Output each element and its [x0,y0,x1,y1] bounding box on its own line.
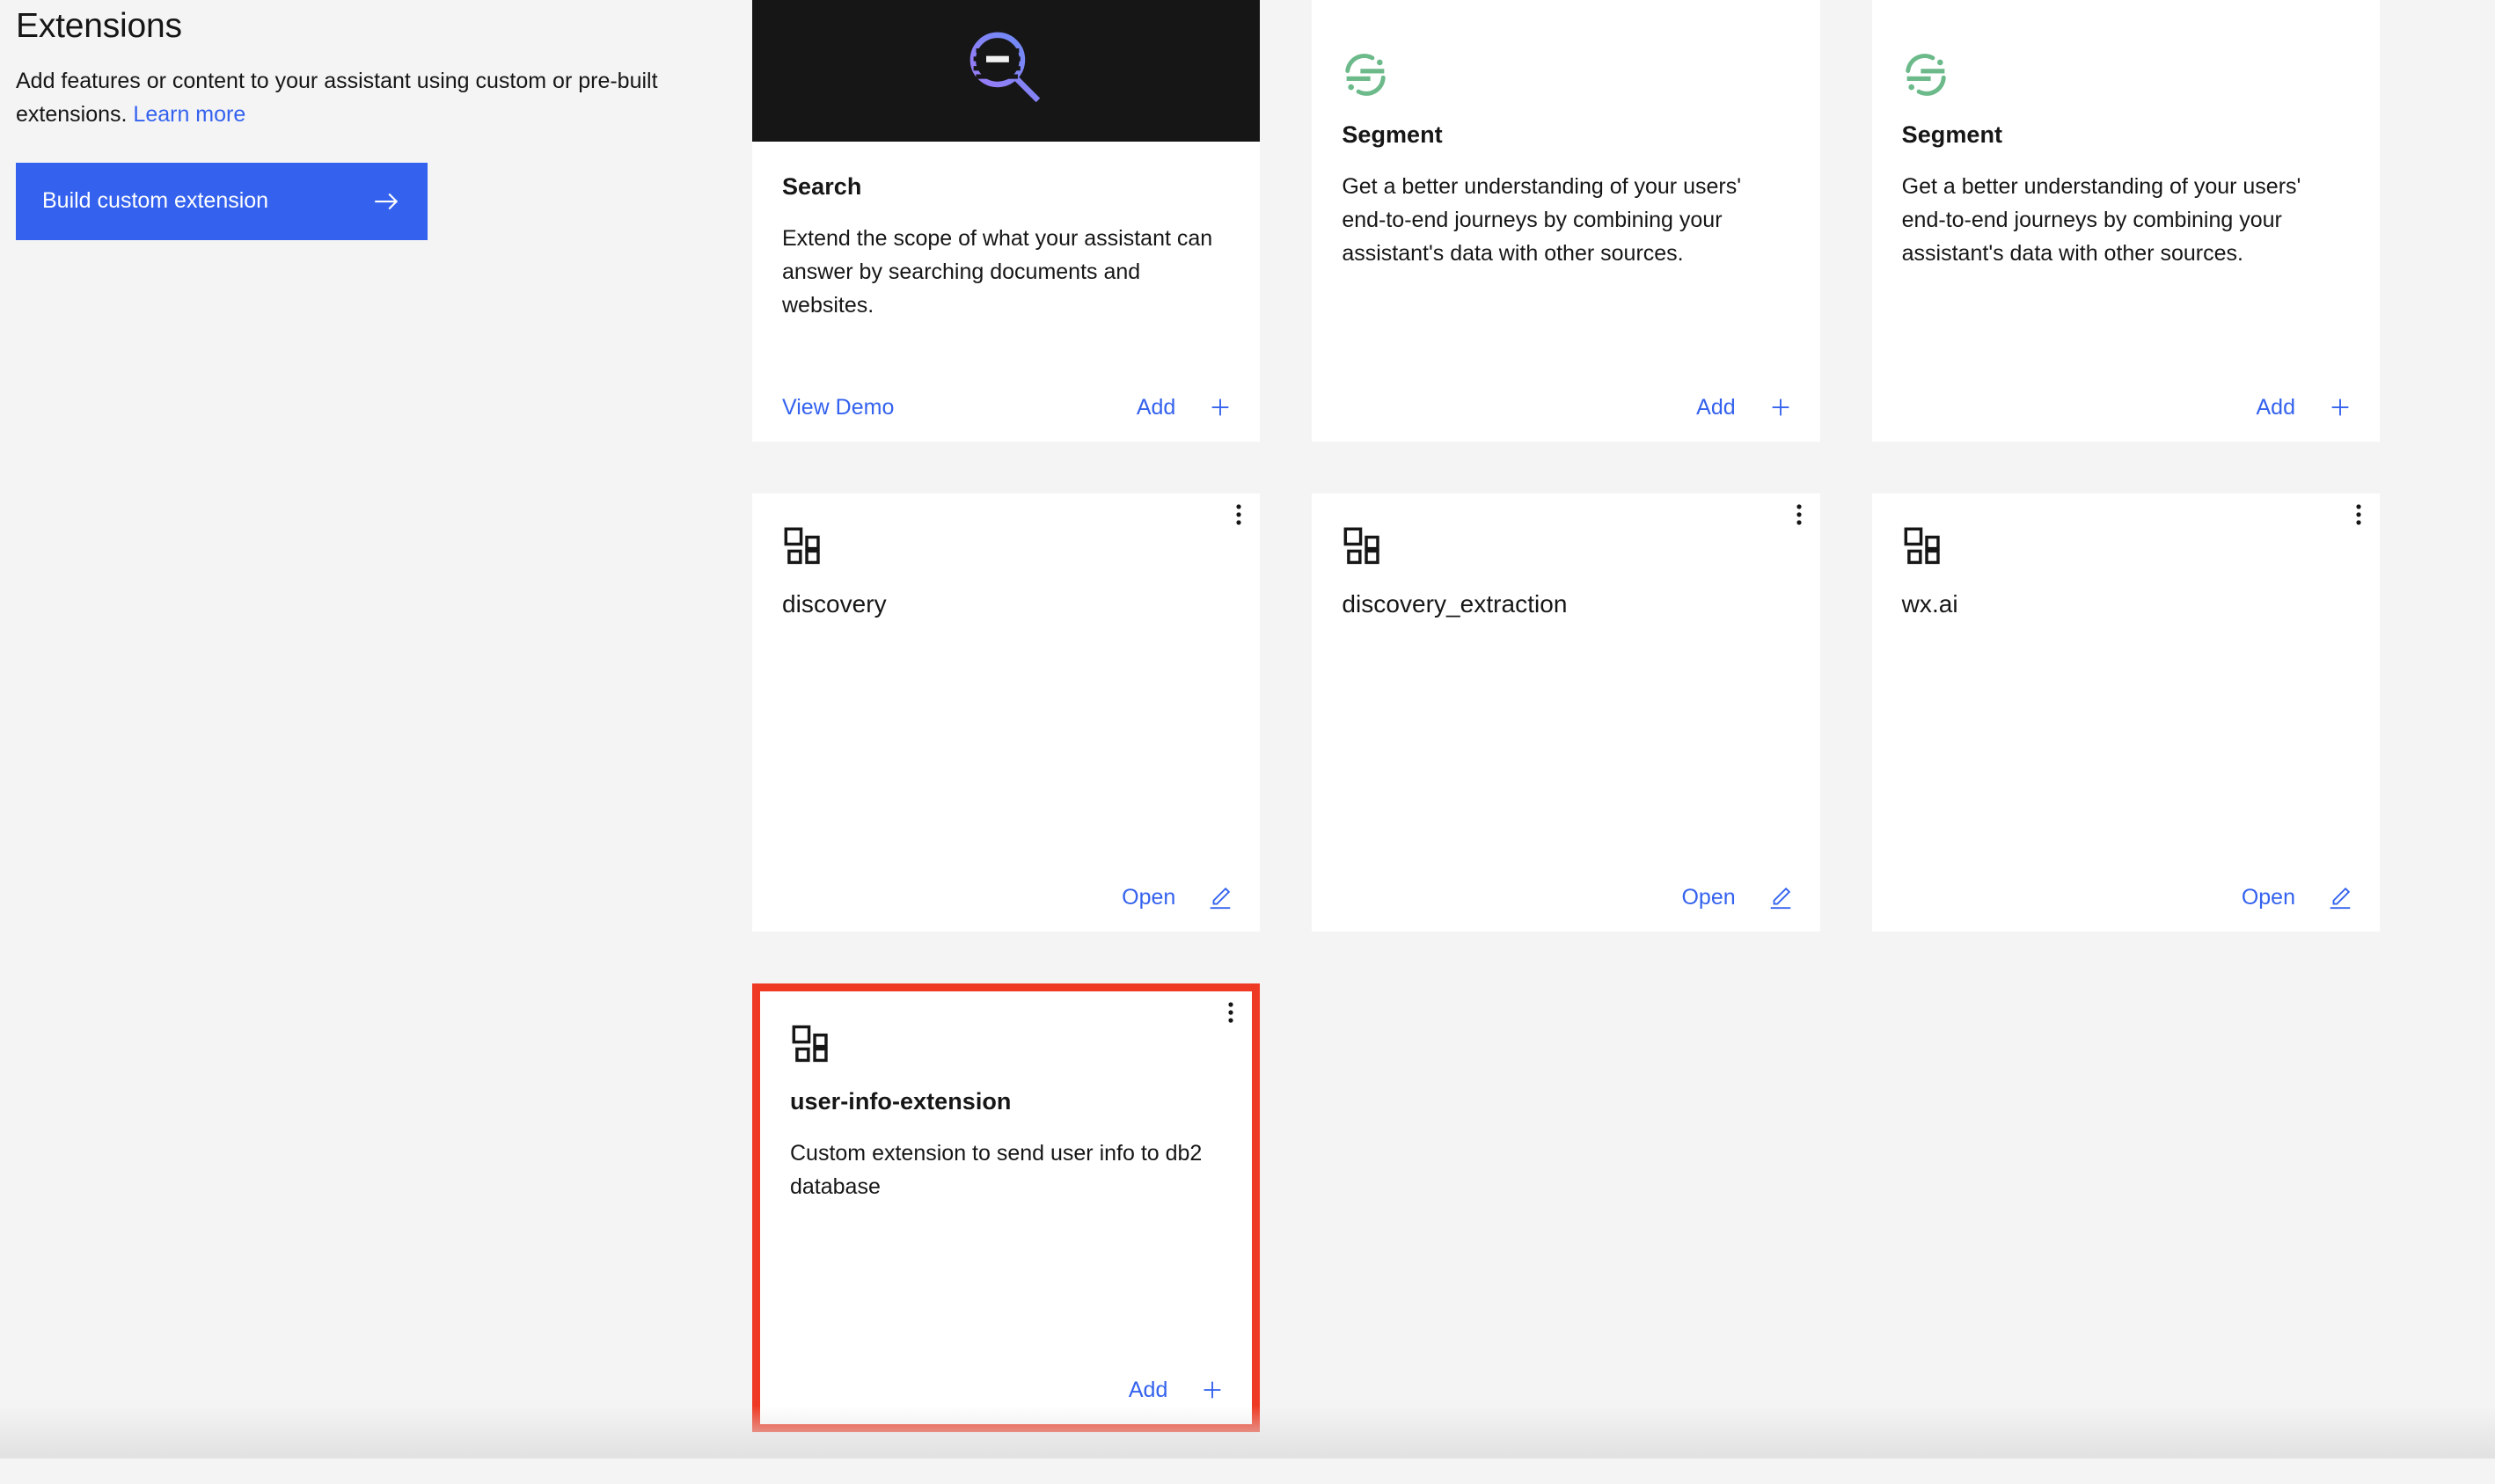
card-footer: Open [752,863,1260,932]
plus-icon[interactable] [1199,1377,1226,1403]
card-body: user-info-extension Custom extension to … [760,991,1252,1356]
add-label[interactable]: Add [1129,1378,1167,1403]
card-description: Extend the scope of what your assistant … [782,226,1213,318]
application-tile-icon [1902,525,1943,566]
application-tile-icon [790,1023,830,1064]
segment-logo-icon [1342,51,1389,99]
add-action-group[interactable]: Add [1137,394,1233,420]
card-row-2: discovery Open discovery_extraction Open… [752,493,2380,932]
card-footer: Open [1872,863,2380,932]
add-label[interactable]: Add [1696,395,1735,420]
add-action-group[interactable]: Add [2257,394,2353,420]
plus-icon[interactable] [1207,394,1233,420]
page-title: Extensions [16,7,182,45]
search-magnifier-icon [966,28,1047,113]
card-title: Segment [1342,121,1443,148]
page-description: Add features or content to your assistan… [16,64,671,131]
card-title: Segment [1901,121,2003,148]
open-action-group[interactable]: Open [1681,884,1793,910]
overflow-menu-vertical-icon[interactable] [1778,493,1820,536]
card-body: discovery [752,493,1260,863]
card-title: user-info-extension [790,1088,1012,1115]
card-row-1: Search Extend the scope of what your ass… [752,0,2380,442]
open-action-group[interactable]: Open [2242,884,2353,910]
card-title: Search [782,173,862,200]
card-description: Get a better understanding of your users… [1342,174,1741,267]
extension-card-wx-ai[interactable]: wx.ai Open [1871,493,2380,932]
open-label[interactable]: Open [1681,885,1735,910]
card-row-3: user-info-extension Custom extension to … [752,983,2380,1432]
card-footer: View Demo Add [752,373,1260,442]
plus-icon[interactable] [2327,394,2353,420]
card-body: wx.ai [1872,493,2380,863]
card-body: discovery_extraction [1312,493,1819,863]
extension-card-search[interactable]: Search Extend the scope of what your ass… [752,0,1261,442]
overflow-menu-vertical-icon[interactable] [2338,493,2380,536]
open-label[interactable]: Open [1122,885,1175,910]
card-slot-empty-2 [1872,983,2380,1432]
extension-card-discovery[interactable]: discovery Open [752,493,1261,932]
page-description-text: Add features or content to your assistan… [16,68,658,127]
edit-pencil-icon[interactable] [1207,884,1233,910]
learn-more-link[interactable]: Learn more [133,102,245,127]
card-footer: Open [1312,863,1819,932]
arrow-right-icon [371,186,401,216]
card-footer: Add [1312,373,1819,442]
card-body: Segment Get a better understanding of yo… [1872,0,2380,373]
extension-card-segment-2[interactable]: Segment Get a better understanding of yo… [1871,0,2380,442]
application-tile-icon [1342,525,1382,566]
segment-logo-icon [1902,51,1950,99]
card-footer: Add [760,1356,1252,1424]
card-description: Custom extension to send user info to db… [790,1141,1203,1200]
add-label[interactable]: Add [2257,395,2295,420]
add-action-group[interactable]: Add [1129,1377,1226,1403]
add-label[interactable]: Add [1137,395,1175,420]
extension-card-discovery-extraction[interactable]: discovery_extraction Open [1312,493,1820,932]
build-custom-extension-button[interactable]: Build custom extension [16,162,428,240]
card-footer: Add [1872,373,2380,442]
extension-card-user-info-extension[interactable]: user-info-extension Custom extension to … [752,983,1261,1432]
overflow-menu-vertical-icon[interactable] [1218,493,1260,536]
card-slot-empty-1 [1312,983,1819,1432]
view-demo-link[interactable]: View Demo [782,395,894,420]
extension-card-segment-1[interactable]: Segment Get a better understanding of yo… [1312,0,1820,442]
build-custom-extension-label: Build custom extension [42,188,269,214]
card-title: wx.ai [1901,590,1958,618]
open-label[interactable]: Open [2242,885,2295,910]
card-title: discovery [782,590,887,618]
extensions-intro-panel: Extensions Add features or content to yo… [16,0,693,240]
card-media-header [752,0,1261,142]
application-tile-icon [782,525,823,566]
card-description: Get a better understanding of your users… [1901,174,2301,267]
overflow-menu-vertical-icon[interactable] [1210,991,1252,1034]
card-body: Segment Get a better understanding of yo… [1312,0,1819,373]
extensions-card-grid: Search Extend the scope of what your ass… [752,0,2380,1484]
add-action-group[interactable]: Add [1696,394,1793,420]
open-action-group[interactable]: Open [1122,884,1233,910]
card-title: discovery_extraction [1342,590,1568,618]
card-body: Search Extend the scope of what your ass… [752,142,1260,373]
edit-pencil-icon[interactable] [2327,884,2353,910]
edit-pencil-icon[interactable] [1767,884,1794,910]
plus-icon[interactable] [1767,394,1794,420]
